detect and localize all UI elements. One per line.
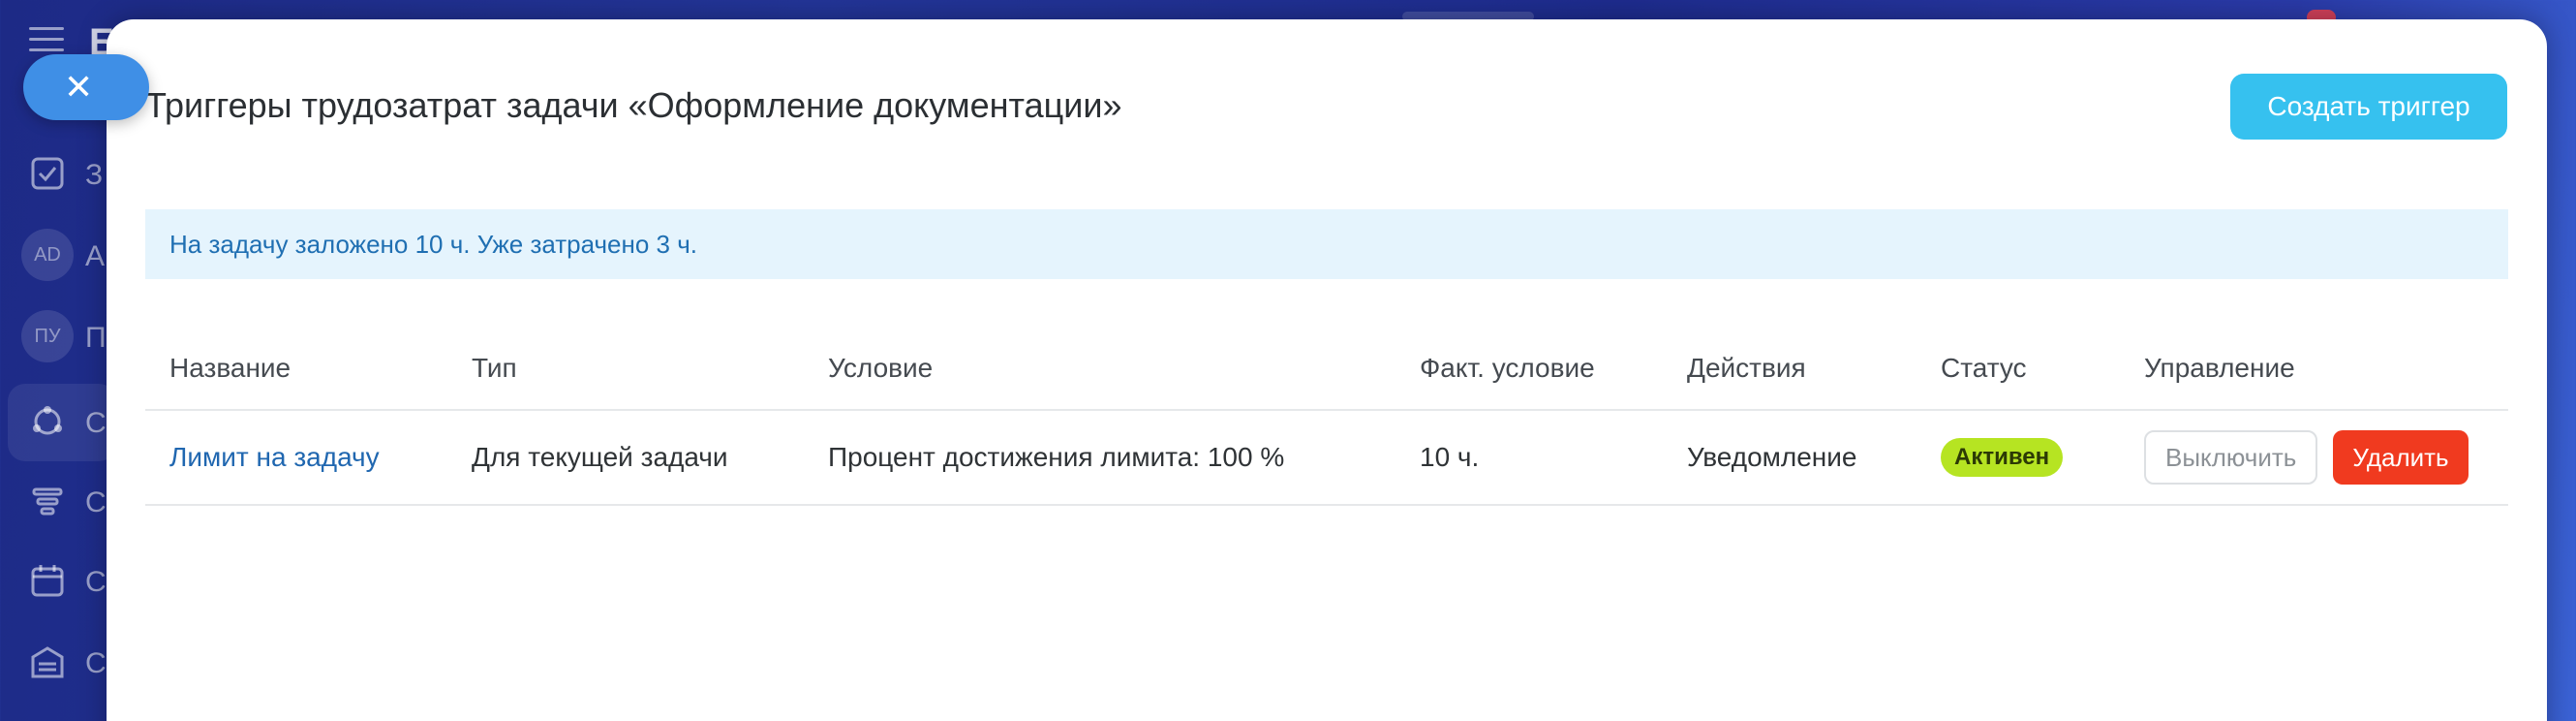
calendar-icon[interactable]: [21, 554, 74, 607]
sidebar-item-label: С: [85, 486, 107, 518]
close-modal-button[interactable]: ✕: [23, 54, 149, 120]
column-header-name: Название: [169, 353, 291, 383]
table-header-row: Название Тип Условие Факт. условие Дейст…: [145, 326, 2508, 411]
triggers-modal: Триггеры трудозатрат задачи «Оформление …: [107, 19, 2547, 721]
column-header-status: Статус: [1941, 353, 2027, 383]
info-banner: На задачу заложено 10 ч. Уже затрачено 3…: [145, 209, 2508, 279]
delete-button[interactable]: Удалить: [2333, 430, 2469, 485]
sidebar-item-label: С: [85, 647, 107, 679]
column-header-management: Управление: [2144, 353, 2295, 383]
trigger-name-link[interactable]: Лимит на задачу: [169, 442, 380, 473]
network-icon[interactable]: [21, 395, 74, 448]
close-icon: ✕: [64, 67, 94, 107]
sidebar-item-label: С: [85, 566, 107, 598]
sidebar-item-label: А: [85, 240, 106, 272]
column-header-actions: Действия: [1687, 353, 1806, 383]
trigger-actual-condition: 10 ч.: [1420, 442, 1480, 472]
disable-button[interactable]: Выключить: [2144, 430, 2318, 485]
avatar[interactable]: ПУ: [21, 310, 74, 362]
checkbox-icon[interactable]: [21, 147, 74, 200]
triggers-table: Название Тип Условие Факт. условие Дейст…: [145, 326, 2508, 506]
menu-icon[interactable]: [29, 27, 64, 56]
info-text: На задачу заложено 10 ч. Уже затрачено 3…: [169, 229, 698, 259]
sidebar-item-label: С: [85, 407, 107, 439]
warehouse-icon[interactable]: [21, 636, 74, 688]
table-row: Лимит на задачу Для текущей задачи Проце…: [145, 411, 2508, 506]
trigger-condition: Процент достижения лимита: 100 %: [828, 442, 1285, 472]
avatar[interactable]: AD: [21, 229, 74, 281]
column-header-actual: Факт. условие: [1420, 353, 1595, 383]
filter-icon[interactable]: [21, 475, 74, 527]
column-header-condition: Условие: [828, 353, 934, 383]
trigger-type: Для текущей задачи: [472, 442, 728, 472]
sidebar-item-label: З: [85, 159, 104, 191]
trigger-action: Уведомление: [1687, 442, 1857, 472]
sidebar-item-label: П: [85, 322, 107, 354]
modal-title: Триггеры трудозатрат задачи «Оформление …: [145, 85, 1122, 125]
column-header-type: Тип: [472, 353, 517, 383]
create-trigger-button[interactable]: Создать триггер: [2230, 74, 2507, 140]
status-badge: Активен: [1941, 438, 2064, 477]
